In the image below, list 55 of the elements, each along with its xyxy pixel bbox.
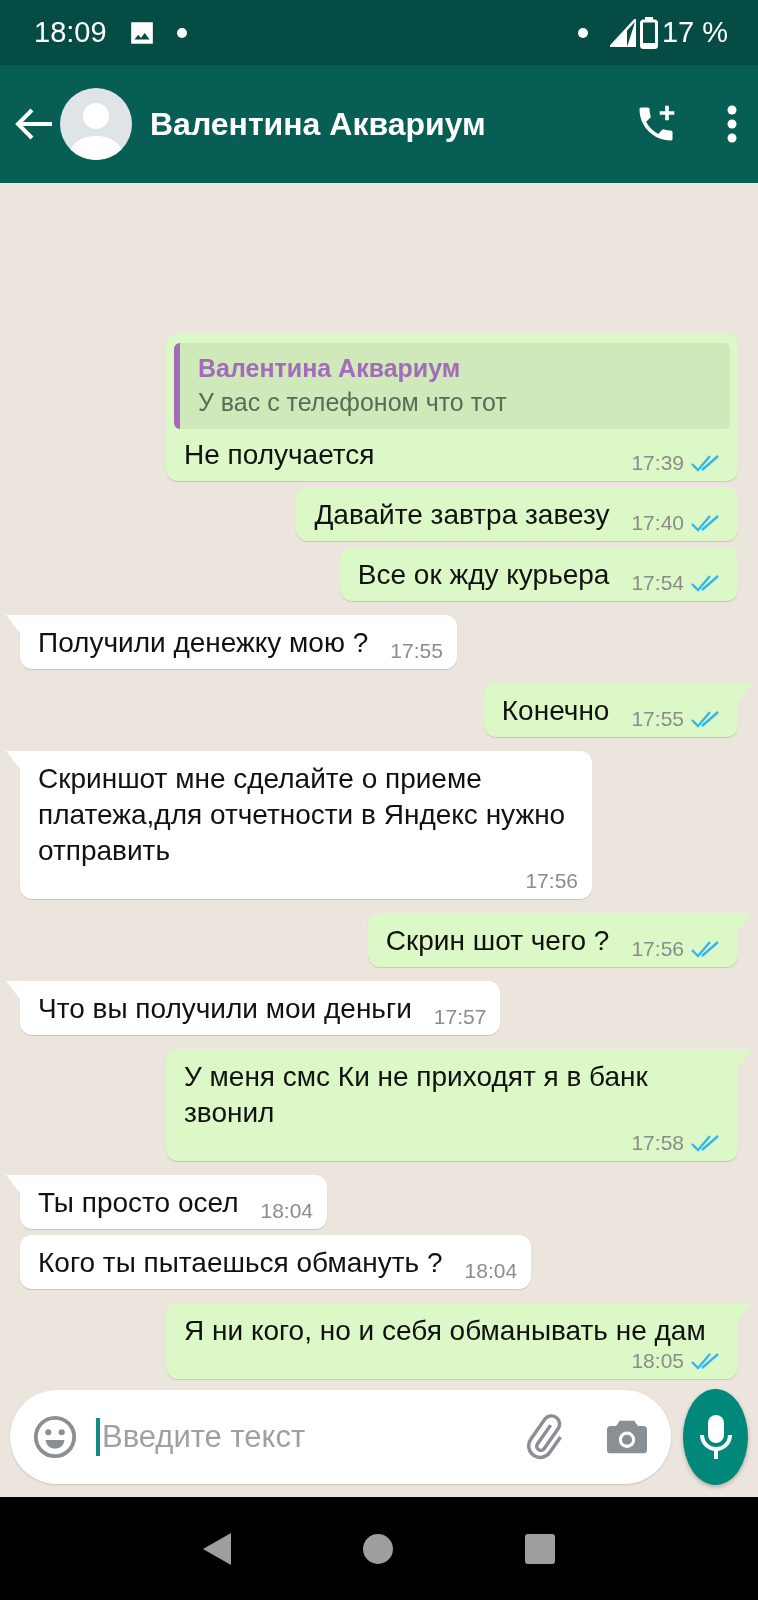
message-time: 17:57 [433, 1005, 487, 1029]
incoming-message[interactable]: Что вы получили мои деньги 17:57 [20, 981, 501, 1035]
quoted-message[interactable]: Валентина Аквариум У вас с телефоном что тот [174, 343, 730, 429]
outgoing-message[interactable]: Скрин шот чего ? 17:56 [367, 913, 738, 967]
microphone-icon [697, 1413, 734, 1461]
message-time: 17:56 [631, 937, 684, 961]
image-icon [128, 19, 155, 46]
outgoing-message[interactable]: Конечно 17:55 [483, 683, 738, 737]
recents-icon[interactable] [524, 1532, 556, 1565]
emoji-icon[interactable] [32, 1414, 78, 1460]
message-text: Что вы получили мои деньги [38, 992, 412, 1026]
clock: 18:09 [34, 16, 107, 49]
message-time: 17:58 [631, 1131, 684, 1155]
message-time: 17:54 [631, 571, 684, 595]
quote-text: У вас с телефоном что тот [198, 387, 508, 418]
message-text: Получили денежку мою ? [38, 626, 369, 660]
message-text: Я ни кого, но и себя обманывать не дам [184, 1314, 707, 1348]
outgoing-message[interactable]: Я ни кого, но и себя обманывать не дам 18:05 [166, 1303, 738, 1379]
incoming-message[interactable]: Получили денежку мою ? 17:55 [20, 615, 457, 669]
outgoing-message[interactable]: Валентина Аквариум У вас с телефоном что тот Не получается 17:39 [166, 333, 738, 481]
message-text: Скрин шот чего ? [385, 924, 610, 958]
message-text: Скриншот мне сделайте о приеме платежа,для отчетности в Яндекс нужно отправить [38, 762, 567, 868]
menu-icon[interactable] [726, 104, 738, 144]
incoming-message[interactable]: Ты просто осел 18:04 [20, 1175, 328, 1229]
message-text: Ты просто осел [38, 1186, 239, 1220]
microphone-button[interactable] [683, 1389, 748, 1485]
outgoing-message[interactable]: Все ок жду курьера 17:54 [339, 547, 738, 601]
message-time: 18:04 [260, 1199, 314, 1223]
message-time: 18:05 [631, 1349, 684, 1373]
message-time: 17:56 [525, 869, 578, 893]
incoming-message[interactable]: Скриншот мне сделайте о приеме платежа,для отчетности в Яндекс нужно отправить 17:56 [20, 751, 592, 899]
message-time: 17:55 [631, 707, 684, 731]
back-button[interactable] [14, 107, 54, 141]
message-time: 17:55 [390, 639, 443, 663]
outgoing-message[interactable]: У меня смс Ки не приходят я в банк звонил 17:58 [166, 1049, 738, 1161]
quote-author: Валентина Аквариум [198, 353, 462, 384]
home-icon[interactable] [362, 1532, 394, 1565]
dot-icon [577, 27, 588, 38]
message-text: У меня смс Ки не приходят я в банк звонил [184, 1060, 649, 1130]
message-time: 18:04 [464, 1259, 518, 1283]
incoming-message[interactable]: Кого ты пытаешься обмануть ? 18:04 [20, 1235, 532, 1289]
signal-icon [609, 18, 636, 47]
outgoing-message[interactable]: Давайте завтра завезу 17:40 [296, 487, 738, 541]
battery-percentage: 17 % [661, 16, 728, 49]
contact-name[interactable]: Валентина Аквариум [150, 105, 486, 143]
message-time: 17:40 [631, 511, 684, 535]
message-time: 17:39 [631, 451, 684, 475]
message-text: Не получается [184, 438, 376, 472]
message-text: Все ок жду курьера [357, 558, 610, 592]
dot-icon [176, 27, 187, 38]
back-icon[interactable] [202, 1531, 232, 1566]
battery-icon [639, 16, 658, 49]
message-text: Кого ты пытаешься обмануть ? [38, 1246, 443, 1280]
message-text: Конечно [501, 694, 610, 728]
message-text: Давайте завтра завезу [314, 498, 610, 532]
